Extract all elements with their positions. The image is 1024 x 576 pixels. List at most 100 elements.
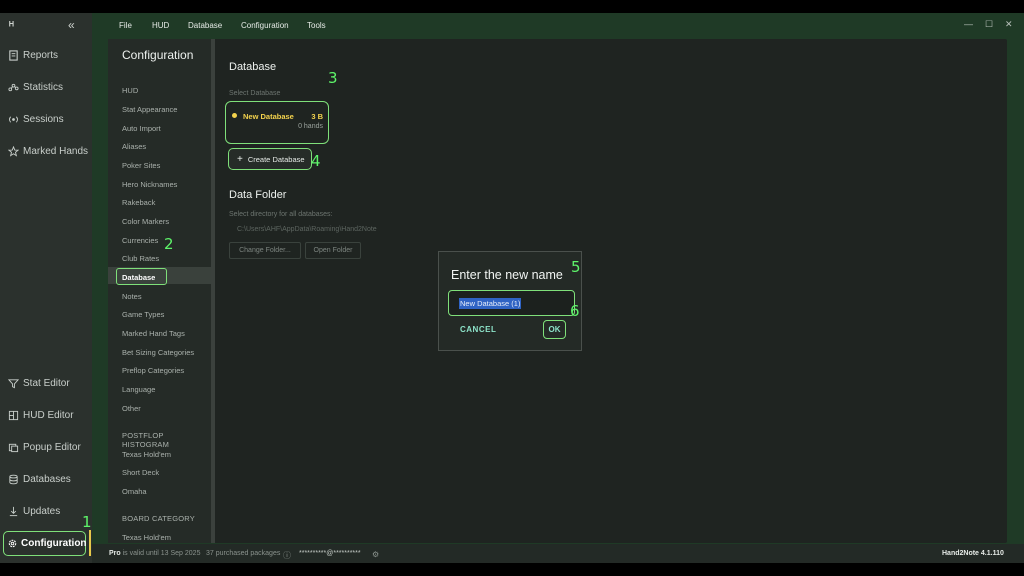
step-marker-3: 3 <box>328 69 338 87</box>
step-marker-5: 5 <box>571 258 581 276</box>
sidebar-item-label: Updates <box>23 505 61 517</box>
database-name: New Database <box>243 112 294 121</box>
database-hands: 0 hands <box>298 123 323 130</box>
minimize-icon[interactable]: — <box>964 19 973 29</box>
active-indicator-bar <box>89 530 91 556</box>
plan-name: Pro <box>109 550 121 557</box>
app-window: ᴴ « Reports Statistics Sessions Marked H… <box>0 13 1024 563</box>
maximize-icon[interactable]: ☐ <box>985 19 993 30</box>
config-item-postflop-short-deck[interactable]: Short Deck <box>122 468 159 477</box>
config-item-poker-sites[interactable]: Poker Sites <box>122 161 160 170</box>
sessions-icon <box>6 112 20 126</box>
step-marker-1: 1 <box>82 513 92 531</box>
menu-tools[interactable]: Tools <box>307 21 326 30</box>
sidebar-item-label: Marked Hands <box>23 145 89 157</box>
step-marker-2: 2 <box>164 235 174 253</box>
collapse-sidebar-icon[interactable]: « <box>68 18 75 32</box>
sidebar-item-label: HUD Editor <box>23 409 74 421</box>
step-marker-6: 6 <box>570 302 580 320</box>
sidebar-item-stat-editor[interactable]: Stat Editor <box>6 372 90 394</box>
menu-database[interactable]: Database <box>188 21 222 30</box>
info-icon[interactable]: ⓘ <box>283 550 291 561</box>
config-item-stat-appearance[interactable]: Stat Appearance <box>122 105 177 114</box>
postflop-histogram-heading: POSTFLOP HISTOGRAM <box>122 431 170 449</box>
data-folder-path: C:\Users\AHF\AppData\Roaming\Hand2Note <box>237 226 377 233</box>
change-folder-button[interactable]: Change Folder... <box>229 242 301 259</box>
configuration-title: Configuration <box>122 48 194 62</box>
config-item-color-markers[interactable]: Color Markers <box>122 217 169 226</box>
close-icon[interactable]: ✕ <box>1005 19 1013 30</box>
sidebar-item-marked-hands[interactable]: Marked Hands <box>6 140 90 162</box>
create-database-label: Create Database <box>247 154 305 164</box>
sidebar-item-label: Configuration <box>21 538 87 549</box>
config-item-database[interactable]: Database <box>122 273 155 282</box>
config-item-preflop-categories[interactable]: Preflop Categories <box>122 366 184 375</box>
config-item-aliases[interactable]: Aliases <box>122 142 146 151</box>
config-item-board-holdem[interactable]: Texas Hold'em <box>122 533 171 542</box>
sidebar-item-databases[interactable]: Databases <box>6 468 90 490</box>
purchased-packages: 37 purchased packages <box>206 550 281 557</box>
license-valid-text: is valid until 13 Sep 2025 <box>122 550 201 557</box>
hud-editor-icon <box>6 408 20 422</box>
config-scrollbar[interactable] <box>211 39 215 543</box>
active-database-dot <box>232 113 237 118</box>
sidebar-item-configuration[interactable]: Configuration <box>3 531 87 556</box>
create-database-button[interactable]: + Create Database <box>228 148 312 170</box>
data-folder-heading: Data Folder <box>229 189 287 201</box>
config-item-auto-import[interactable]: Auto Import <box>122 124 161 133</box>
filter-icon <box>6 376 20 390</box>
select-database-label: Select Database <box>229 90 281 97</box>
sidebar-item-statistics[interactable]: Statistics <box>6 76 90 98</box>
database-heading: Database <box>229 61 277 73</box>
config-item-other[interactable]: Other <box>122 404 141 413</box>
cancel-button[interactable]: CANCEL <box>460 325 496 334</box>
menu-configuration[interactable]: Configuration <box>241 21 289 30</box>
menu-bar: File HUD Database Configuration Tools — … <box>92 13 1024 39</box>
sidebar-item-label: Statistics <box>23 81 64 93</box>
new-name-input[interactable]: New Database (1) <box>448 290 575 316</box>
config-item-club-rates[interactable]: Club Rates <box>122 254 159 263</box>
sidebar-item-label: Reports <box>23 49 59 61</box>
popup-icon <box>6 440 20 454</box>
config-item-game-types[interactable]: Game Types <box>122 310 164 319</box>
sidebar-item-label: Stat Editor <box>23 377 70 389</box>
account-email: **********@********** <box>299 550 361 557</box>
sidebar-item-label: Databases <box>23 473 71 485</box>
database-size: 3 B <box>311 112 323 121</box>
menu-hud[interactable]: HUD <box>152 21 169 30</box>
config-item-notes[interactable]: Notes <box>122 292 142 301</box>
sidebar-item-reports[interactable]: Reports <box>6 44 90 66</box>
report-icon <box>6 48 20 62</box>
rename-dialog: Enter the new name New Database (1) CANC… <box>438 251 582 351</box>
app-version: Hand2Note 4.1.110 <box>942 550 1004 557</box>
config-item-hero-nicknames[interactable]: Hero Nicknames <box>122 180 177 189</box>
database-card[interactable]: New Database 3 B 0 hands <box>225 101 329 144</box>
plus-icon: + <box>237 153 243 165</box>
config-item-marked-hand-tags[interactable]: Marked Hand Tags <box>122 329 185 338</box>
statistics-icon <box>6 80 20 94</box>
configuration-nav: Configuration HUD Stat Appearance Auto I… <box>108 39 212 543</box>
config-item-postflop-holdem[interactable]: Texas Hold'em <box>122 450 171 459</box>
ok-button[interactable]: OK <box>543 320 566 339</box>
config-item-currencies[interactable]: Currencies <box>122 236 158 245</box>
select-directory-label: Select directory for all databases: <box>229 211 333 218</box>
config-item-bet-sizing[interactable]: Bet Sizing Categories <box>122 348 194 357</box>
board-category-heading: BOARD CATEGORY <box>122 514 195 523</box>
config-item-postflop-omaha[interactable]: Omaha <box>122 487 147 496</box>
sidebar-item-updates[interactable]: Updates <box>6 500 90 522</box>
sidebar-item-hud-editor[interactable]: HUD Editor <box>6 404 90 426</box>
dialog-title: Enter the new name <box>451 268 563 282</box>
database-icon <box>6 472 20 486</box>
left-sidebar: ᴴ « Reports Statistics Sessions Marked H… <box>0 13 92 563</box>
settings-icon[interactable]: ⚙ <box>372 550 379 559</box>
config-item-rakeback[interactable]: Rakeback <box>122 198 155 207</box>
config-item-hud[interactable]: HUD <box>122 86 138 95</box>
selected-input-text: New Database (1) <box>459 298 522 309</box>
sidebar-item-sessions[interactable]: Sessions <box>6 108 90 130</box>
config-item-language[interactable]: Language <box>122 385 155 394</box>
open-folder-button[interactable]: Open Folder <box>305 242 361 259</box>
gear-icon <box>7 537 18 551</box>
sidebar-item-popup-editor[interactable]: Popup Editor <box>6 436 90 458</box>
menu-file[interactable]: File <box>119 21 132 30</box>
license-status: Pro is valid until 13 Sep 2025 <box>109 550 200 557</box>
